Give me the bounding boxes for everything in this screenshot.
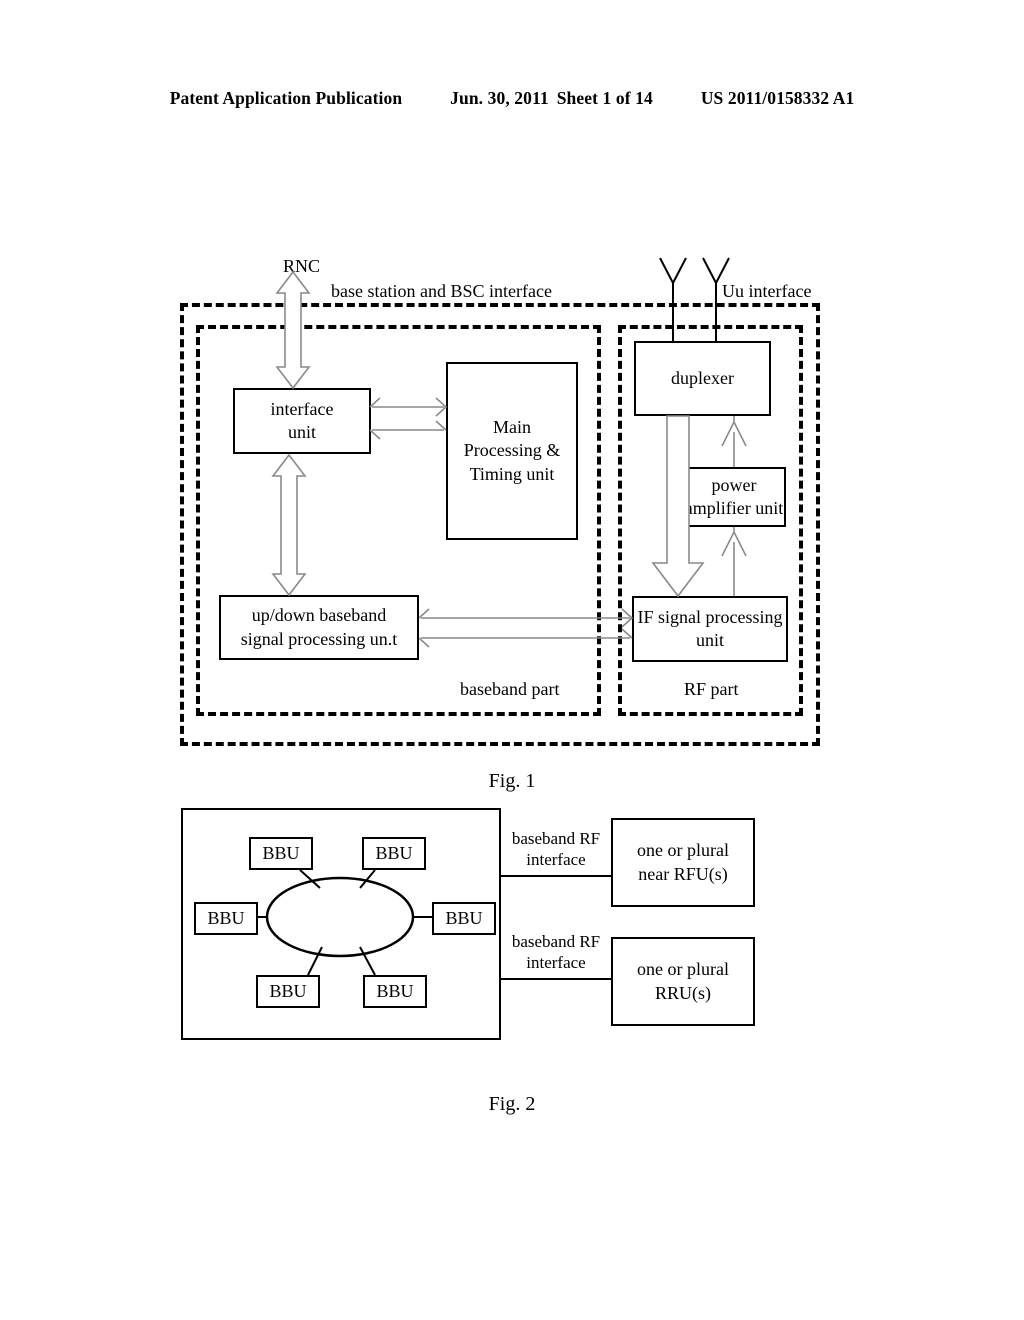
publication-date: Jun. 30, 2011 — [450, 88, 549, 108]
if-unit-label-line2: unit — [695, 630, 724, 650]
baseband-unit-label-line2: signal processing un.t — [240, 628, 398, 649]
power-amplifier-label-line1: power — [711, 474, 757, 495]
baseband-rf-interface-label-bottom: baseband RF interface — [502, 932, 610, 973]
duplexer-block: duplexer — [634, 341, 771, 416]
main-processing-timing-unit-block: Main Processing & Timing unit — [446, 362, 578, 540]
baseband-part-label: baseband part — [460, 679, 560, 699]
power-amplifier-unit-block: power amplifier unit — [682, 467, 786, 527]
interface-label-line1: baseband RF — [511, 829, 601, 848]
bbu-label: BBU — [445, 907, 483, 928]
interface-label-line2: interface — [526, 849, 586, 869]
bbu-box-bottom-left: BBU — [256, 975, 320, 1008]
sheet-number: Sheet 1 of 14 — [556, 88, 653, 108]
bbu-interconnection-label-line2: interconnection — [284, 918, 396, 938]
rru-block: one or plural RRU(s) — [611, 937, 755, 1026]
bbu-interconnection-label: BBU interconnection — [272, 884, 408, 950]
near-rfu-block: one or plural near RFU(s) — [611, 818, 755, 907]
figure-1-caption: Fig. 1 — [488, 770, 536, 792]
figure-2-caption: Fig. 2 — [488, 1093, 536, 1115]
duplexer-label: duplexer — [671, 367, 734, 388]
near-rfu-label-line2: near RFU(s) — [638, 863, 728, 884]
near-rfu-label-line1: one or plural — [637, 840, 729, 861]
bbu-label: BBU — [262, 842, 300, 863]
main-processing-label-line2: Processing & — [463, 440, 561, 461]
rnc-label: RNC — [283, 256, 321, 276]
baseband-unit-label-line1: up/down baseband — [251, 605, 387, 626]
interface-unit-block: interface unit — [233, 388, 371, 454]
interface-connector-bottom — [501, 978, 612, 980]
interface-unit-label-line1: interface — [270, 398, 334, 419]
interface-label-line1: baseband RF — [511, 932, 601, 951]
bbu-label: BBU — [269, 980, 307, 1001]
if-signal-processing-unit-block: IF signal processing unit — [632, 596, 788, 662]
interface-label-line2: interface — [526, 952, 586, 972]
page-header: Patent Application Publication Jun. 30, … — [0, 88, 1024, 109]
bbu-interconnection-label-line1: BBU — [321, 895, 359, 916]
interface-unit-label-line2: unit — [287, 422, 316, 442]
bsc-interface-label: base station and BSC interface — [331, 281, 552, 301]
uu-interface-label: Uu interface — [722, 281, 812, 301]
bbu-label: BBU — [207, 907, 245, 928]
interface-connector-top — [501, 875, 612, 877]
power-amplifier-label-line2: amplifier unit — [684, 498, 784, 518]
bbu-label: BBU — [376, 980, 414, 1001]
updown-baseband-signal-processing-unit-block: up/down baseband signal processing un.t — [219, 595, 419, 660]
main-processing-label-line1: Main — [493, 417, 531, 438]
bbu-box-mid-left: BBU — [194, 902, 258, 935]
bbu-label: BBU — [375, 842, 413, 863]
rru-label-line2: RRU(s) — [654, 982, 711, 1003]
if-unit-label-line1: IF signal processing — [637, 606, 783, 627]
rru-label-line1: one or plural — [637, 959, 729, 980]
publication-number: US 2011/0158332 A1 — [700, 88, 855, 108]
publication-title: Patent Application Publication — [169, 88, 403, 108]
main-processing-label-line3: Timing unit — [469, 463, 555, 484]
bbu-box-bottom-right: BBU — [363, 975, 427, 1008]
bbu-box-top-right: BBU — [362, 837, 426, 870]
baseband-rf-interface-label-top: baseband RF interface — [502, 829, 610, 870]
bbu-box-mid-right: BBU — [432, 902, 496, 935]
bbu-box-top-left: BBU — [249, 837, 313, 870]
rf-part-label: RF part — [684, 679, 739, 699]
